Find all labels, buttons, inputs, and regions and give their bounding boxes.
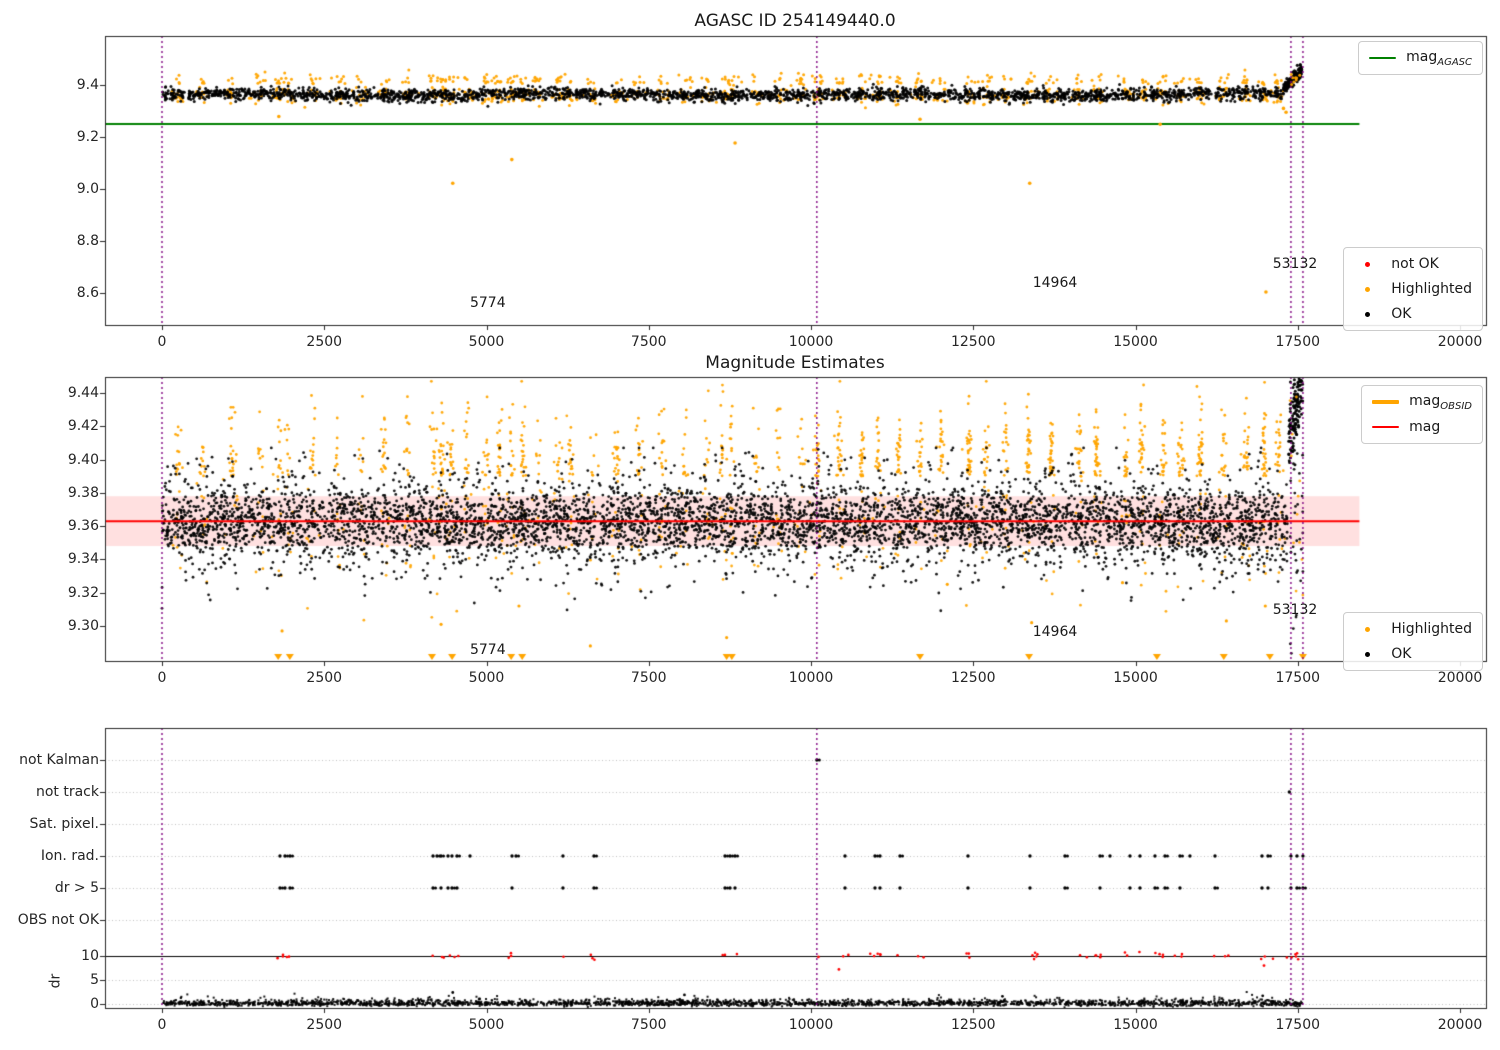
x-tick-label: 2500 — [306, 334, 343, 350]
legend-label: not OK — [1391, 256, 1439, 272]
plot-canvas — [0, 0, 1500, 1050]
plot1-title: AGASC ID 254149440.0 — [694, 11, 896, 31]
x-tick-label: 2500 — [306, 1017, 343, 1033]
legend-entry: OK — [1354, 304, 1472, 324]
legend-plot1-status: not OK Highlighted OK — [1343, 247, 1483, 331]
x-tick-label: 7500 — [630, 670, 667, 686]
x-tick-label: 15000 — [1113, 670, 1158, 686]
obsid-annotation: 5774 — [469, 294, 506, 311]
y-tick-label: 9.38 — [67, 484, 99, 501]
x-tick-label: 17500 — [1275, 334, 1321, 350]
x-tick-label: 5000 — [468, 1017, 505, 1033]
x-tick-label: 5000 — [468, 334, 505, 350]
legend-entry: magOBSID — [1372, 392, 1472, 412]
legend-dot-swatch — [1354, 651, 1381, 657]
y-tick-label: 9.40 — [67, 451, 99, 468]
x-tick-label: 10000 — [788, 1017, 834, 1033]
legend-dot-swatch — [1354, 311, 1381, 317]
flag-category-label: not Kalman — [19, 752, 99, 768]
x-tick-label: 0 — [157, 334, 167, 350]
x-tick-label: 12500 — [950, 334, 996, 350]
x-tick-label: 10000 — [788, 670, 834, 686]
x-tick-label: 7500 — [630, 1017, 667, 1033]
legend-label: Highlighted — [1391, 621, 1472, 637]
x-tick-label: 12500 — [950, 670, 996, 686]
y-tick-label: 9.36 — [67, 518, 99, 535]
x-tick-label: 12500 — [950, 1017, 996, 1033]
plot2-title: Magnitude Estimates — [705, 353, 885, 373]
obsid-annotation: 14964 — [1032, 623, 1078, 640]
dr-tick-label: 0 — [90, 996, 99, 1012]
x-tick-label: 17500 — [1275, 1017, 1321, 1033]
obsid-annotation: 5774 — [469, 641, 506, 658]
legend-label: magOBSID — [1409, 392, 1472, 412]
x-tick-label: 20000 — [1437, 1017, 1483, 1033]
flag-category-label: dr > 5 — [54, 880, 99, 896]
flag-category-label: Sat. pixel. — [29, 816, 99, 832]
legend-entry: OK — [1354, 644, 1472, 664]
x-tick-label: 15000 — [1113, 334, 1158, 350]
legend-mag-agasc: magAGASC — [1358, 41, 1483, 75]
obsid-annotation: 53132 — [1272, 255, 1318, 272]
y-tick-label: 9.32 — [67, 584, 99, 601]
obsid-annotation: 53132 — [1272, 601, 1318, 618]
legend-label: OK — [1391, 306, 1412, 322]
legend-label: Highlighted — [1391, 281, 1472, 297]
legend-entry: mag — [1372, 417, 1472, 437]
y-tick-label: 9.34 — [67, 551, 99, 568]
x-tick-label: 20000 — [1437, 334, 1483, 350]
y-tick-label: 9.42 — [67, 418, 99, 435]
legend-plot2-status: Highlighted OK — [1343, 612, 1483, 671]
legend-line-swatch — [1372, 400, 1400, 404]
y-tick-label: 8.8 — [76, 233, 99, 249]
legend-mag-obsid: magOBSID mag — [1361, 385, 1483, 444]
obsid-annotation: 14964 — [1032, 275, 1078, 292]
x-tick-label: 20000 — [1437, 670, 1483, 686]
flag-category-label: OBS not OK — [17, 912, 99, 928]
x-tick-label: 17500 — [1275, 670, 1321, 686]
legend-entry: Highlighted — [1354, 619, 1472, 639]
legend-dot-swatch — [1354, 286, 1381, 292]
legend-dot-swatch — [1354, 261, 1381, 267]
flag-category-label: not track — [35, 784, 99, 800]
legend-label: mag — [1409, 419, 1441, 435]
x-tick-label: 5000 — [468, 670, 505, 686]
y-tick-label: 9.4 — [76, 77, 99, 93]
legend-entry: not OK — [1354, 254, 1472, 274]
y-tick-label: 9.0 — [76, 181, 99, 197]
x-tick-label: 10000 — [788, 334, 834, 350]
legend-entry: Highlighted — [1354, 279, 1472, 299]
plot3-ylabel: dr — [47, 973, 64, 989]
legend-label: OK — [1391, 646, 1412, 662]
y-tick-label: 8.6 — [76, 285, 99, 301]
figure: AGASC ID 254149440.0 Magnitude Estimates… — [0, 0, 1500, 1050]
flag-category-label: Ion. rad. — [40, 848, 99, 864]
legend-line-swatch — [1372, 425, 1400, 429]
x-tick-label: 0 — [157, 1017, 167, 1033]
x-tick-label: 7500 — [630, 334, 667, 350]
y-tick-label: 9.30 — [67, 617, 99, 634]
x-tick-label: 15000 — [1113, 1017, 1158, 1033]
y-tick-label: 9.2 — [76, 129, 99, 145]
dr-tick-label: 10 — [81, 948, 99, 964]
x-tick-label: 2500 — [306, 670, 343, 686]
x-tick-label: 0 — [157, 670, 167, 686]
legend-label: magAGASC — [1406, 48, 1472, 68]
legend-dot-swatch — [1354, 626, 1381, 632]
y-tick-label: 9.44 — [67, 385, 99, 401]
legend-line-swatch — [1369, 56, 1397, 60]
legend-entry: magAGASC — [1369, 48, 1472, 68]
dr-tick-label: 5 — [90, 972, 99, 988]
